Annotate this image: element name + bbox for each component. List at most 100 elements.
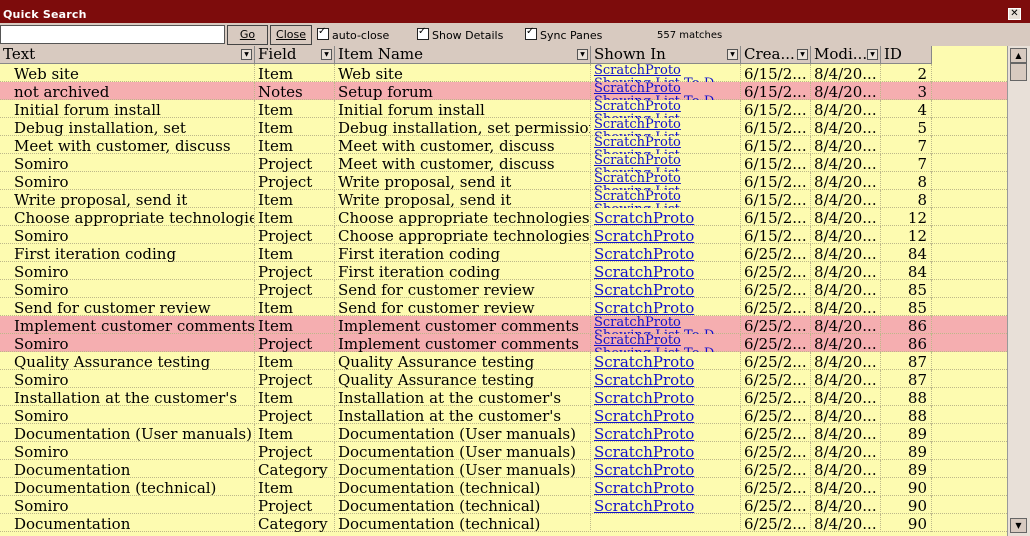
modified-cell: 8/4/20... [811, 226, 881, 244]
table-row[interactable]: Somiro Project First iteration coding Scrat… [0, 262, 1007, 280]
field-cell: Category [255, 514, 335, 532]
table-row[interactable]: Somiro Project Installation at the custome… [0, 406, 1007, 424]
shown-in-link[interactable]: ScratchProto [591, 442, 741, 460]
shown-in-link[interactable]: ScratchProto [591, 208, 741, 226]
checkbox-checked-icon [525, 26, 537, 40]
table-row[interactable]: Send for customer review Item Send for cus… [0, 298, 1007, 316]
checkbox-checked-icon [317, 26, 329, 40]
shown-in-link[interactable]: ScratchProto [591, 226, 741, 244]
table-row[interactable]: Documentation (technical) Item Documentati… [0, 478, 1007, 496]
table-row[interactable]: Write proposal, send it Item Write proposa… [0, 190, 1007, 208]
sync-panes-checkbox[interactable]: Sync Panes [525, 26, 602, 42]
shown-in-link[interactable]: ScratchProto [591, 406, 741, 424]
shown-in-link[interactable]: ScratchProto [591, 262, 741, 280]
modified-cell: 8/4/20... [811, 100, 881, 118]
shown-in-link[interactable]: ScratchProtoShowing List [591, 190, 741, 208]
item-name-cell: Initial forum install [335, 100, 591, 118]
table-row[interactable]: Somiro Project Write proposal, send it Scra… [0, 172, 1007, 190]
scroll-up-icon[interactable]: ▲ [1010, 48, 1027, 63]
column-header-field[interactable]: Field ▼ [255, 46, 335, 64]
column-header-item-name[interactable]: Item Name ▼ [335, 46, 591, 64]
shown-in-link[interactable] [591, 514, 741, 532]
shown-in-link[interactable]: ScratchProtoShowing List [591, 100, 741, 118]
table-row[interactable]: Implement customer comments Item Implement… [0, 316, 1007, 334]
auto-close-checkbox[interactable]: auto-close [317, 26, 389, 42]
table-row[interactable]: Somiro Project Documentation (technical) Sc… [0, 496, 1007, 514]
dropdown-icon[interactable]: ▼ [727, 49, 738, 60]
created-cell: 6/25/2... [741, 262, 811, 280]
scroll-down-icon[interactable]: ▼ [1010, 518, 1027, 533]
shown-in-link[interactable]: ScratchProto [591, 496, 741, 514]
shown-in-link[interactable]: ScratchProto [591, 280, 741, 298]
close-icon[interactable]: ✕ [1008, 8, 1021, 20]
shown-in-link[interactable]: ScratchProtoShowing List [591, 172, 741, 190]
dropdown-icon[interactable]: ▼ [241, 49, 252, 60]
shown-in-link[interactable]: ScratchProtoShowing List To-D [591, 64, 741, 82]
shown-in-link[interactable]: ScratchProto [591, 244, 741, 262]
text-cell: Somiro [0, 370, 255, 388]
table-row[interactable]: Somiro Project Documentation (User manuals… [0, 442, 1007, 460]
column-header-shown-in[interactable]: Shown In ▼ [591, 46, 741, 64]
table-row[interactable]: Installation at the customer's Item Instal… [0, 388, 1007, 406]
id-cell: 4 [881, 100, 932, 118]
shown-in-link[interactable]: ScratchProto [591, 388, 741, 406]
table-row[interactable]: Somiro Project Implement customer comments… [0, 334, 1007, 352]
vertical-scrollbar[interactable]: ▲ ▼ [1007, 46, 1030, 536]
item-name-cell: Quality Assurance testing [335, 352, 591, 370]
field-cell: Item [255, 100, 335, 118]
item-name-cell: Write proposal, send it [335, 190, 591, 208]
text-cell: Choose appropriate technologies [0, 208, 255, 226]
shown-in-link[interactable]: ScratchProto [591, 370, 741, 388]
table-row[interactable]: Somiro Project Send for customer review Scr… [0, 280, 1007, 298]
dropdown-icon[interactable]: ▼ [577, 49, 588, 60]
table-row[interactable]: Somiro Project Choose appropriate technolo… [0, 226, 1007, 244]
created-cell: 6/15/2... [741, 82, 811, 100]
shown-in-link[interactable]: ScratchProto [591, 478, 741, 496]
shown-in-link[interactable]: ScratchProtoShowing List To-D [591, 316, 741, 334]
table-row[interactable]: Somiro Project Quality Assurance testing Sc… [0, 370, 1007, 388]
shown-in-link[interactable]: ScratchProtoShowing List [591, 136, 741, 154]
dropdown-icon[interactable]: ▼ [321, 49, 332, 60]
table-row[interactable]: Documentation Category Documentation (tech… [0, 514, 1007, 532]
shown-in-link[interactable]: ScratchProto [591, 424, 741, 442]
table-row[interactable]: Debug installation, set Item Debug install… [0, 118, 1007, 136]
shown-in-link[interactable]: ScratchProto [591, 298, 741, 316]
shown-in-link[interactable]: ScratchProtoShowing List To-D [591, 82, 741, 100]
column-header-created[interactable]: Crea... ▼ [741, 46, 811, 64]
id-cell: 5 [881, 118, 932, 136]
shown-in-link[interactable]: ScratchProto [591, 460, 741, 478]
shown-in-link[interactable]: ScratchProto [591, 352, 741, 370]
scroll-thumb[interactable] [1010, 63, 1027, 81]
show-details-checkbox[interactable]: Show Details [417, 26, 504, 42]
id-cell: 3 [881, 82, 932, 100]
text-cell: Somiro [0, 226, 255, 244]
modified-cell: 8/4/20... [811, 262, 881, 280]
table-row[interactable]: Somiro Project Meet with customer, discuss… [0, 154, 1007, 172]
shown-in-link[interactable]: ScratchProtoShowing List [591, 118, 741, 136]
table-row[interactable]: not archived Notes Setup forum ScratchProto… [0, 82, 1007, 100]
shown-in-link[interactable]: ScratchProtoShowing List [591, 154, 741, 172]
column-header-text[interactable]: Text ▼ [0, 46, 255, 64]
go-button[interactable]: Go [227, 25, 268, 45]
column-header-id[interactable]: ID [881, 46, 932, 64]
table-row[interactable]: Web siteItemWeb siteScratchProtoShowing … [0, 64, 1007, 82]
table-row[interactable]: Initial forum install Item Initial forum i… [0, 100, 1007, 118]
column-header-modified[interactable]: Modi... ▼ [811, 46, 881, 64]
table-row[interactable]: Choose appropriate technologies Item Choos… [0, 208, 1007, 226]
dropdown-icon[interactable]: ▼ [867, 49, 878, 60]
close-button[interactable]: Close [270, 25, 312, 45]
table-row[interactable]: Documentation (User manuals) Item Document… [0, 424, 1007, 442]
show-details-label: Show Details [432, 29, 504, 42]
text-cell: Web site [0, 64, 255, 82]
results-grid[interactable]: Text ▼ Field ▼ Item Name ▼ Shown In ▼ Crea..… [0, 46, 1007, 536]
table-row[interactable]: Quality Assurance testing Item Quality Ass… [0, 352, 1007, 370]
created-cell: 6/15/2... [741, 154, 811, 172]
shown-in-link[interactable]: ScratchProtoShowing List To-D [591, 334, 741, 352]
dropdown-icon[interactable]: ▼ [797, 49, 808, 60]
table-row[interactable]: Meet with customer, discuss Item Meet with… [0, 136, 1007, 154]
id-cell: 87 [881, 370, 932, 388]
search-input[interactable] [0, 25, 225, 44]
table-row[interactable]: Documentation Category Documentation (User… [0, 460, 1007, 478]
table-row[interactable]: First iteration coding Item First iteratio… [0, 244, 1007, 262]
created-cell: 6/25/2... [741, 514, 811, 532]
